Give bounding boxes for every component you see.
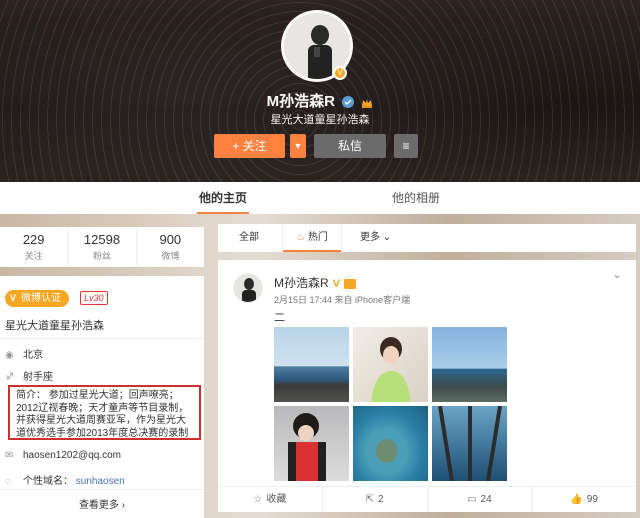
comment-count: 24	[480, 494, 492, 505]
stat-label: 微博	[161, 251, 180, 261]
divider	[0, 338, 204, 339]
repost-button[interactable]: ⇱ 2	[323, 487, 428, 512]
level-badge[interactable]: Lv30	[80, 291, 108, 305]
post-author-row: M孙浩森R V	[274, 274, 357, 291]
zodiac-icon: ♐	[5, 372, 14, 383]
stat-value: 900	[159, 232, 182, 247]
favorite-button[interactable]: ☆ 收藏	[218, 487, 323, 512]
tab-more[interactable]: 更多 ⌄	[360, 224, 391, 252]
profile-info-card: 微博认证 Lv30 星光大道童星孙浩森 ◉ 北京 ♐ 射手座 简介： 参加过星光大道…	[0, 276, 204, 518]
domain-row: ◌ 个性域名： sunhaosen	[5, 472, 125, 487]
verified-label-badge[interactable]: 微博认证	[5, 290, 69, 307]
post-photo-coast[interactable]	[274, 327, 349, 402]
post-author-avatar[interactable]	[233, 273, 263, 303]
post-text: 二	[274, 312, 285, 324]
stat-label: 关注	[24, 251, 43, 261]
avatar-person-icon	[242, 278, 256, 302]
stat-following[interactable]: 229 关注	[0, 227, 69, 267]
profile-name-row: M孙浩森R	[0, 90, 640, 111]
tab-hot[interactable]: ♨ 热门	[282, 224, 342, 252]
location-text: 北京	[23, 350, 43, 361]
tab-home[interactable]: 他的主页	[196, 182, 250, 214]
post-card: M孙浩森R V 2月15日 17:44 来自 iPhone客户端 二 ⌄ ☆ 收藏 …	[218, 260, 636, 512]
thumbs-up-icon: 👍	[570, 494, 583, 505]
profile-name: M孙浩森R	[266, 93, 335, 110]
verified-description: 星光大道童星孙浩森	[5, 320, 104, 332]
verified-blue-icon	[342, 96, 355, 109]
tab-all[interactable]: 全部	[239, 224, 259, 252]
crown-icon	[344, 278, 357, 289]
favorite-label: 收藏	[266, 494, 287, 505]
post-actions: ☆ 收藏 ⇱ 2 ▭ 24 👍 99	[218, 486, 636, 512]
profile-cover: V M孙浩森R 星光大道童星孙浩森 + 关注 ▼ 私信 ≡	[0, 0, 640, 182]
tab-album[interactable]: 他的相册	[392, 182, 440, 214]
divider	[0, 489, 204, 490]
comment-button[interactable]: ▭ 24	[428, 487, 533, 512]
stats-bar: 229 关注 12598 粉丝 900 微博	[0, 227, 204, 267]
follow-button[interactable]: + 关注	[214, 134, 285, 158]
chevron-down-icon[interactable]: ⌄	[610, 268, 624, 282]
stat-value: 229	[22, 232, 45, 247]
message-button[interactable]: 私信	[314, 134, 386, 158]
comment-icon: ▭	[467, 494, 477, 505]
person-photo-icon	[288, 413, 326, 481]
tab-hot-label: 热门	[307, 232, 328, 243]
email-text: haosen1202@qq.com	[23, 450, 121, 461]
see-all-link[interactable]: 查看更多 ›	[0, 496, 204, 511]
verified-badge-icon: V	[333, 66, 347, 80]
follow-dropdown-button[interactable]: ▼	[290, 134, 306, 158]
post-photo-portrait[interactable]	[353, 327, 428, 402]
left-footer-strip	[0, 512, 204, 518]
profile-subtitle: 星光大道童星孙浩森	[270, 114, 370, 126]
post-meta: 2月15日 17:44 来自 iPhone客户端	[274, 295, 411, 305]
location-row: ◉ 北京	[5, 346, 43, 361]
repost-icon: ⇱	[365, 494, 375, 505]
stat-label: 粉丝	[92, 251, 111, 261]
domain-link[interactable]: sunhaosen	[76, 476, 125, 487]
left-column: 229 关注 12598 粉丝 900 微博 微博认证 Lv30 星光大道童星孙…	[0, 227, 204, 518]
person-photo-icon	[371, 337, 411, 402]
feed-tabs: 全部 ♨ 热门 更多 ⌄	[218, 224, 636, 252]
flame-icon: ♨	[296, 232, 306, 243]
stat-followers[interactable]: 12598 粉丝	[68, 227, 137, 267]
post-photo-selfie[interactable]	[274, 406, 349, 481]
zodiac-row: ♐ 射手座	[5, 368, 53, 383]
menu-icon[interactable]: ≡	[394, 134, 418, 158]
stat-value: 12598	[83, 232, 121, 247]
window-photo-icon	[438, 406, 502, 481]
mail-icon: ✉	[5, 450, 14, 461]
like-count: 99	[586, 494, 598, 505]
verified-v-icon: V	[332, 278, 341, 290]
post-photo-rocks[interactable]	[432, 327, 507, 402]
link-icon: ◌	[5, 476, 11, 487]
star-icon: ☆	[253, 494, 263, 505]
domain-label: 个性域名：	[23, 476, 73, 487]
like-button[interactable]: 👍 99	[532, 487, 636, 512]
email-row: ✉ haosen1202@qq.com	[5, 450, 121, 461]
stat-posts[interactable]: 900 微博	[137, 227, 204, 267]
post-photo-island[interactable]	[353, 406, 428, 481]
crown-icon	[362, 98, 373, 108]
post-author-name[interactable]: M孙浩森R	[274, 276, 329, 290]
profile-tabbar: 他的主页 他的相册	[0, 182, 640, 214]
location-pin-icon: ◉	[5, 350, 14, 361]
bio-text: 简介： 参加过星光大道；回声嘹亮；2012辽视春晚；天才童声等节目录制，并获得星…	[8, 385, 201, 440]
repost-count: 2	[378, 494, 384, 505]
post-photo-window[interactable]	[432, 406, 507, 481]
zodiac-text: 射手座	[23, 372, 53, 383]
